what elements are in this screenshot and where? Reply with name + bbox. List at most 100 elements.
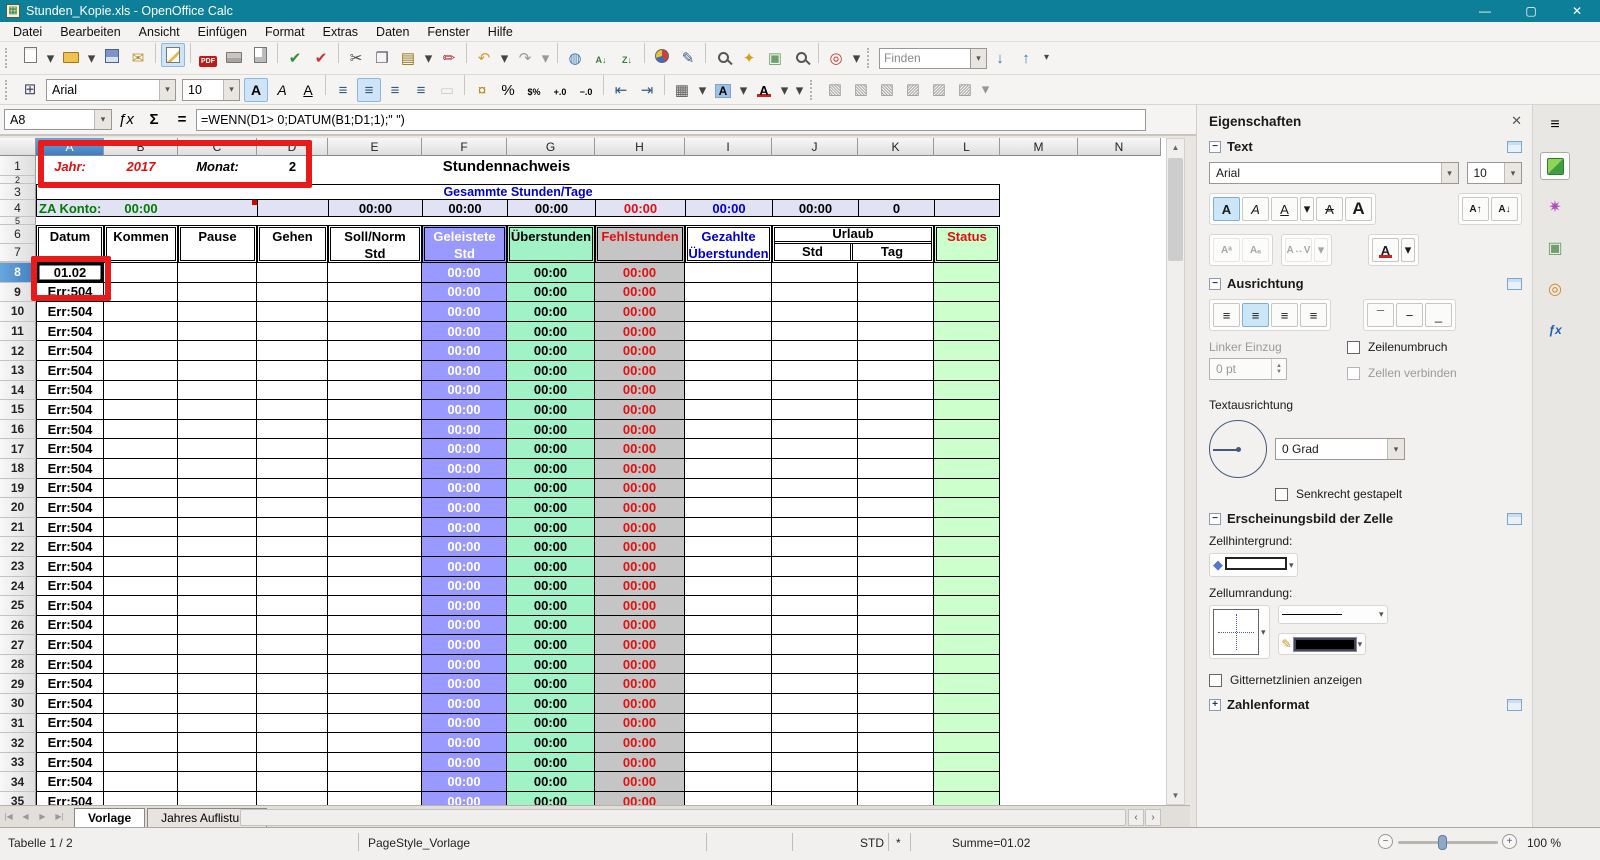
- cell-C9[interactable]: [178, 282, 257, 303]
- cell-J31[interactable]: [772, 713, 858, 734]
- cell-M9[interactable]: [1000, 282, 1078, 303]
- cell-I34[interactable]: [685, 772, 772, 793]
- cell-E1-title[interactable]: Stundennachweis: [328, 156, 685, 176]
- cell-C14[interactable]: [178, 380, 257, 401]
- italic-button[interactable]: A: [270, 78, 294, 102]
- cell-E26[interactable]: [328, 615, 422, 636]
- row-header-25[interactable]: 25: [0, 596, 36, 616]
- cell-H17[interactable]: 00:00: [595, 439, 685, 459]
- sidebar-center-vertical-button[interactable]: −: [1396, 303, 1423, 327]
- cell-D22[interactable]: [257, 537, 328, 557]
- cell-D33[interactable]: [257, 752, 328, 773]
- cell-G32[interactable]: 00:00: [507, 733, 595, 753]
- cell-E11[interactable]: [328, 321, 422, 342]
- cell-M14[interactable]: [1000, 380, 1078, 401]
- cell-L35[interactable]: [934, 792, 1000, 805]
- column-header-F[interactable]: F: [422, 138, 507, 156]
- cell-D24[interactable]: [257, 576, 328, 597]
- standard-toolbar-overflow[interactable]: ▾: [850, 46, 863, 70]
- sidebar-font-color-button[interactable]: A: [1372, 238, 1399, 262]
- number-format-settings-button[interactable]: [1507, 698, 1522, 711]
- percent-format-button[interactable]: %: [496, 78, 520, 102]
- sidebar-underline-button[interactable]: A: [1271, 197, 1298, 221]
- cell-A10[interactable]: Err:504: [36, 302, 104, 322]
- collapse-icon[interactable]: −: [1209, 512, 1221, 525]
- cell-L21[interactable]: [934, 517, 1000, 538]
- cell-H9[interactable]: 00:00: [595, 282, 685, 303]
- cell-N25[interactable]: [1078, 596, 1161, 616]
- sidebar-font-color-dropdown[interactable]: ▾: [1401, 238, 1415, 262]
- cell-G34[interactable]: 00:00: [507, 772, 595, 793]
- page-preview-button[interactable]: [248, 43, 272, 67]
- help-button[interactable]: ◎: [824, 46, 848, 70]
- first-sheet-button[interactable]: |◀: [0, 808, 17, 826]
- add-decimal-button[interactable]: +.0: [548, 80, 572, 104]
- cell-H12[interactable]: 00:00: [595, 341, 685, 361]
- cell-G16[interactable]: 00:00: [507, 419, 595, 440]
- cell-C4[interactable]: [178, 200, 257, 217]
- scroll-right-icon[interactable]: ›: [1145, 809, 1161, 826]
- cell-D26[interactable]: [257, 615, 328, 636]
- cell-D35[interactable]: [257, 792, 328, 805]
- cell-D21[interactable]: [257, 517, 328, 538]
- cell-I10[interactable]: [685, 302, 772, 322]
- menu-format[interactable]: Format: [256, 23, 314, 41]
- zoom-button[interactable]: [789, 45, 813, 69]
- cell-N31[interactable]: [1078, 713, 1161, 734]
- cell-L22[interactable]: [934, 537, 1000, 557]
- text-section-settings-button[interactable]: [1507, 140, 1522, 153]
- cell-A26[interactable]: Err:504: [36, 615, 104, 636]
- cell-N17[interactable]: [1078, 439, 1161, 459]
- cell-I30[interactable]: [685, 694, 772, 714]
- cell-K14[interactable]: [858, 380, 934, 401]
- cell-I33[interactable]: [685, 752, 772, 773]
- cell-L28[interactable]: [934, 654, 1000, 675]
- cell-G31[interactable]: 00:00: [507, 713, 595, 734]
- cell-H16[interactable]: 00:00: [595, 419, 685, 440]
- row-header-7[interactable]: 7: [0, 244, 35, 262]
- wrap-text-checkbox[interactable]: [1347, 340, 1360, 354]
- save-button[interactable]: [100, 44, 124, 68]
- cell-D23[interactable]: [257, 556, 328, 577]
- cell-B22[interactable]: [104, 537, 178, 557]
- cell-B26[interactable]: [104, 615, 178, 636]
- cell-A9[interactable]: Err:504: [36, 282, 104, 303]
- alignment-section-settings-button[interactable]: [1507, 277, 1522, 290]
- cell-B10[interactable]: [104, 302, 178, 322]
- cell-I4[interactable]: 00:00: [685, 200, 772, 217]
- cell-L12[interactable]: [934, 341, 1000, 361]
- cell-H4[interactable]: 00:00: [595, 200, 685, 217]
- cell-B14[interactable]: [104, 380, 178, 401]
- cell-F8[interactable]: 00:00: [422, 263, 507, 283]
- cell-A27[interactable]: Err:504: [36, 635, 104, 655]
- redo-dropdown[interactable]: ▾: [539, 46, 552, 70]
- cell-N21[interactable]: [1078, 517, 1161, 538]
- cell-K10[interactable]: [858, 302, 934, 322]
- cell-E33[interactable]: [328, 752, 422, 773]
- cell-M22[interactable]: [1000, 537, 1078, 557]
- sort-descending-button[interactable]: Z↓: [615, 48, 639, 72]
- cell-D11[interactable]: [257, 321, 328, 342]
- cell-N14[interactable]: [1078, 380, 1161, 401]
- cell-F22[interactable]: 00:00: [422, 537, 507, 557]
- row-header-6[interactable]: 6: [0, 225, 35, 244]
- cell-D9[interactable]: [257, 282, 328, 303]
- cell-H30[interactable]: 00:00: [595, 694, 685, 714]
- align-justify-button[interactable]: ≡: [409, 78, 433, 102]
- find-previous-button[interactable]: ↑: [1014, 46, 1038, 70]
- cell-L18[interactable]: [934, 458, 1000, 479]
- cell-G15[interactable]: 00:00: [507, 400, 595, 420]
- row-header-18[interactable]: 18: [0, 458, 36, 479]
- cell-C29[interactable]: [178, 674, 257, 695]
- cell-I28[interactable]: [685, 654, 772, 675]
- sidebar-strikethrough-button[interactable]: A: [1316, 197, 1343, 221]
- row-header-35[interactable]: 35: [0, 792, 36, 805]
- cell-G18[interactable]: 00:00: [507, 458, 595, 479]
- font-size-select[interactable]: 10 ▾: [182, 78, 240, 101]
- row-header-22[interactable]: 22: [0, 537, 36, 557]
- cell-K33[interactable]: [858, 752, 934, 773]
- gallery-button[interactable]: ▣: [763, 46, 787, 70]
- sidebar-decrease-font-button[interactable]: A↓: [1491, 197, 1518, 221]
- cell-N24[interactable]: [1078, 576, 1161, 597]
- edit-file-button[interactable]: [161, 42, 185, 67]
